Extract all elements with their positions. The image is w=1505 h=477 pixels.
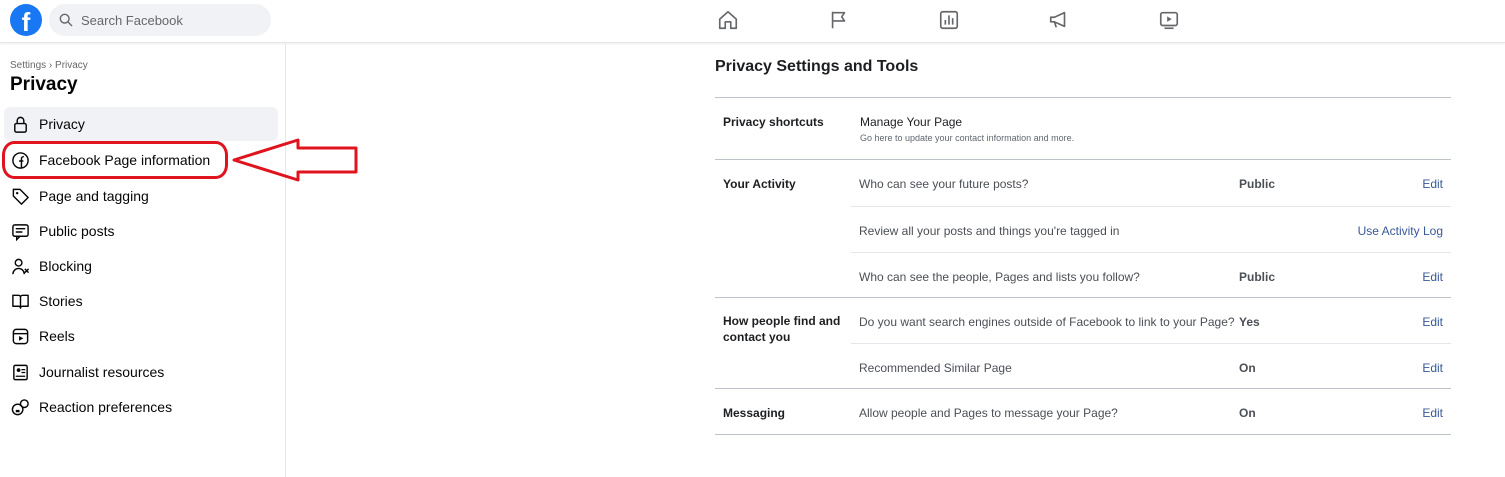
sidebar-item-label: Page and tagging	[39, 188, 149, 204]
edit-button[interactable]: Edit	[1422, 270, 1443, 284]
manage-page-description: Go here to update your contact informati…	[860, 133, 1075, 143]
stories-icon	[10, 291, 30, 311]
annotation-highlight-box	[2, 141, 228, 179]
edit-button[interactable]: Edit	[1422, 361, 1443, 375]
journalist-icon	[10, 362, 30, 382]
setting-question: Do you want search engines outside of Fa…	[859, 315, 1235, 329]
setting-value: Public	[1239, 270, 1276, 284]
insights-icon[interactable]	[938, 9, 960, 31]
tag-icon	[10, 186, 30, 206]
your-activity-section: Your Activity Who can see your future po…	[715, 159, 1451, 297]
search-input[interactable]	[81, 12, 261, 28]
settings-sidebar: Settings › Privacy Privacy Privacy Faceb…	[0, 44, 286, 477]
sidebar-item-label: Journalist resources	[39, 364, 165, 380]
setting-row[interactable]: Review all your posts and things you're …	[851, 206, 1451, 252]
setting-row[interactable]: Recommended Similar Page On Edit	[851, 343, 1451, 389]
setting-question: Who can see the people, Pages and lists …	[859, 270, 1140, 284]
sidebar-item-label: Stories	[39, 293, 83, 309]
section-label: How people find and contact you	[723, 314, 841, 344]
sidebar-item-label: Reaction preferences	[39, 399, 173, 415]
divider	[715, 434, 1451, 435]
sidebar-item-label: Privacy	[39, 116, 85, 132]
home-icon[interactable]	[717, 9, 739, 31]
megaphone-icon[interactable]	[1048, 9, 1070, 31]
setting-value: Yes	[1239, 315, 1260, 329]
top-navigation-bar: f	[0, 0, 1505, 43]
setting-row[interactable]: Who can see your future posts? Public Ed…	[851, 160, 1451, 206]
privacy-settings-panel: Privacy Settings and Tools Privacy short…	[715, 58, 1451, 435]
setting-row[interactable]: Allow people and Pages to message your P…	[851, 389, 1451, 435]
edit-button[interactable]: Edit	[1422, 315, 1443, 329]
edit-button[interactable]: Edit	[1422, 406, 1443, 420]
flag-icon[interactable]	[828, 9, 850, 31]
section-title: Privacy Settings and Tools	[715, 58, 919, 75]
sidebar-item-privacy[interactable]: Privacy	[4, 107, 278, 141]
setting-row[interactable]: Who can see the people, Pages and lists …	[851, 252, 1451, 298]
edit-button[interactable]: Edit	[1422, 177, 1443, 191]
setting-question: Allow people and Pages to message your P…	[859, 406, 1118, 420]
sidebar-item-reels[interactable]: Reels	[4, 319, 278, 353]
sidebar-item-page-and-tagging[interactable]: Page and tagging	[4, 179, 278, 213]
reels-icon	[10, 326, 30, 346]
breadcrumb[interactable]: Settings › Privacy	[10, 60, 88, 71]
sidebar-item-stories[interactable]: Stories	[4, 284, 278, 318]
sidebar-item-label: Public posts	[39, 223, 115, 239]
sidebar-item-reaction-preferences[interactable]: Reaction preferences	[4, 390, 278, 424]
messaging-section: Messaging Allow people and Pages to mess…	[715, 388, 1451, 434]
setting-value: On	[1239, 361, 1256, 375]
privacy-shortcuts-section: Privacy shortcuts Manage Your Page Go he…	[715, 97, 1451, 159]
setting-value: Public	[1239, 177, 1276, 191]
search-icon	[59, 13, 73, 27]
reaction-icon	[10, 397, 30, 417]
use-activity-log-link[interactable]: Use Activity Log	[1358, 224, 1443, 238]
sidebar-item-label: Reels	[39, 328, 75, 344]
setting-question: Recommended Similar Page	[859, 361, 1012, 375]
setting-value: On	[1239, 406, 1256, 420]
section-label: Your Activity	[723, 177, 796, 191]
sidebar-item-label: Blocking	[39, 258, 92, 274]
manage-page-link[interactable]: Manage Your Page	[860, 115, 962, 129]
sidebar-item-blocking[interactable]: Blocking	[4, 249, 278, 283]
setting-question: Review all your posts and things you're …	[859, 224, 1120, 238]
blocking-icon	[10, 256, 30, 276]
public-posts-icon	[10, 221, 30, 241]
page-title: Privacy	[10, 74, 78, 95]
sidebar-item-public-posts[interactable]: Public posts	[4, 214, 278, 248]
facebook-logo[interactable]: f	[10, 4, 42, 36]
setting-question: Who can see your future posts?	[859, 177, 1029, 191]
annotation-arrow-icon	[232, 138, 358, 182]
section-label: Messaging	[723, 406, 786, 420]
lock-icon	[10, 114, 30, 134]
find-and-contact-section: How people find and contact you Do you w…	[715, 297, 1451, 388]
search-box[interactable]	[49, 4, 271, 36]
section-label: Privacy shortcuts	[723, 115, 824, 129]
video-icon[interactable]	[1158, 9, 1180, 31]
sidebar-item-journalist-resources[interactable]: Journalist resources	[4, 355, 278, 389]
setting-row[interactable]: Do you want search engines outside of Fa…	[851, 298, 1451, 344]
